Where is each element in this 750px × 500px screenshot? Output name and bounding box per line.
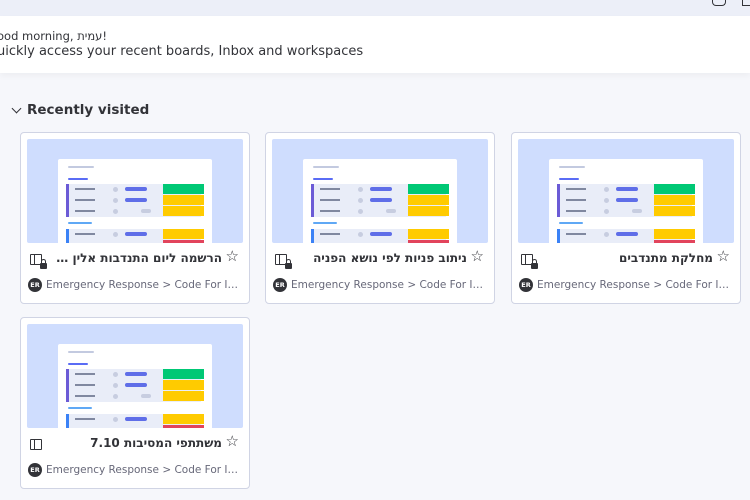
favorite-star-icon[interactable]: ☆ <box>717 249 730 264</box>
board-card[interactable]: ניתוב פניות לפי נושא הפניה ☆ ER Emergenc… <box>265 132 495 304</box>
board-card[interactable]: משתתפי המסיבות 7.10 ☆ ER Emergency Respo… <box>20 317 250 489</box>
board-name[interactable]: משתתפי המסיבות 7.10 <box>52 436 222 450</box>
top-bar <box>0 0 750 16</box>
private-board-icon <box>275 254 292 269</box>
private-board-icon <box>30 439 42 450</box>
board-thumbnail <box>27 139 243 243</box>
workspace-breadcrumb[interactable]: Emergency Response > Code For Israel ... <box>46 464 242 476</box>
favorite-star-icon[interactable]: ☆ <box>471 249 484 264</box>
board-name[interactable]: מחלקת מתנדבים <box>543 251 713 265</box>
workspace-breadcrumb[interactable]: Emergency Response > Code For Israel ... <box>291 279 487 291</box>
favorite-star-icon[interactable]: ☆ <box>226 249 239 264</box>
workspace-breadcrumb[interactable]: Emergency Response > Code For Israel ... <box>46 279 242 291</box>
greeting-text: ood morning, עמית! <box>0 29 107 43</box>
board-name[interactable]: ניתוב פניות לפי נושא הפניה <box>297 251 467 265</box>
board-card[interactable]: מחלקת מתנדבים ☆ ER Emergency Response > … <box>511 132 741 304</box>
greeting-subtitle: uickly access your recent boards, Inbox … <box>0 44 364 59</box>
chevron-down-icon[interactable] <box>11 103 22 113</box>
calendar-icon[interactable] <box>742 0 750 6</box>
notifications-icon[interactable] <box>712 0 726 6</box>
board-thumbnail <box>27 324 243 428</box>
recently-visited-header[interactable]: Recently visited <box>10 102 149 118</box>
workspace-avatar: ER <box>28 278 42 292</box>
workspace-avatar: ER <box>519 278 533 292</box>
workspace-avatar: ER <box>28 463 42 477</box>
favorite-star-icon[interactable]: ☆ <box>226 434 239 449</box>
private-board-icon <box>521 254 538 269</box>
board-thumbnail <box>518 139 734 243</box>
greeting-banner: ood morning, עמית! uickly access your re… <box>0 16 750 73</box>
section-title: Recently visited <box>27 102 150 118</box>
workspace-avatar: ER <box>273 278 287 292</box>
board-thumbnail <box>272 139 488 243</box>
workspace-breadcrumb[interactable]: Emergency Response > Code For Israel ... <box>537 279 733 291</box>
board-card[interactable]: הרשמה ליום התנדבות אלין בית לבין ... ☆ E… <box>20 132 250 304</box>
board-name[interactable]: הרשמה ליום התנדבות אלין בית לבין ... <box>52 251 222 265</box>
shareable-board-icon <box>30 254 47 269</box>
